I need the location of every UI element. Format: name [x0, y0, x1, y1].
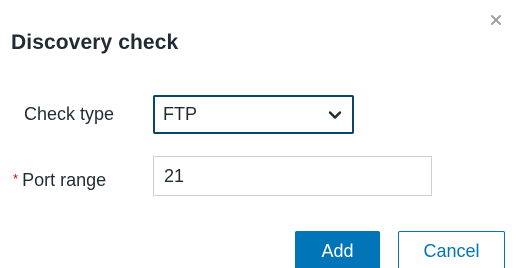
port-range-label: * Port range	[13, 170, 106, 191]
port-range-label-text: Port range	[22, 170, 107, 190]
add-button[interactable]: Add	[295, 231, 380, 268]
port-range-input[interactable]	[153, 156, 432, 196]
discovery-check-dialog: Discovery check Check type FTP * Port ran…	[0, 0, 516, 268]
close-icon	[491, 15, 501, 25]
required-marker: *	[13, 171, 19, 186]
check-type-label: Check type	[24, 104, 115, 124]
close-button[interactable]	[484, 8, 508, 32]
chevron-down-icon	[328, 111, 342, 119]
check-type-select[interactable]: FTP	[153, 95, 354, 134]
dialog-title: Discovery check	[11, 31, 179, 54]
cancel-button[interactable]: Cancel	[398, 231, 505, 268]
check-type-selected-value: FTP	[163, 104, 197, 124]
